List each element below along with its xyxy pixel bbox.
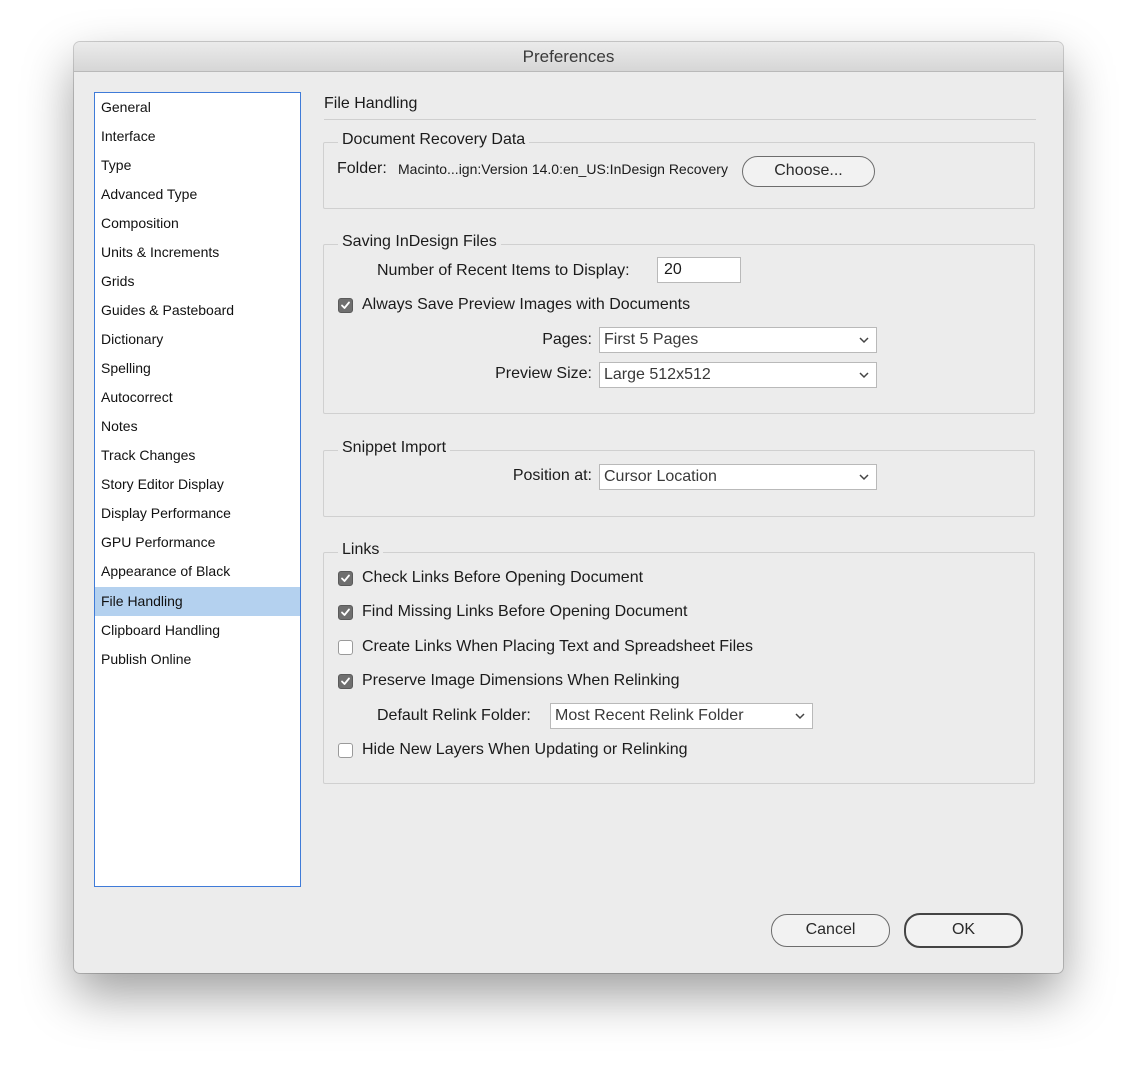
page-title: File Handling [324, 95, 418, 112]
sidebar-item-spelling[interactable]: Spelling [95, 354, 300, 383]
sidebar-item-general[interactable]: General [95, 93, 300, 122]
relink-folder-label: Default Relink Folder: [377, 707, 531, 724]
hide-layers-checkbox[interactable] [338, 743, 353, 758]
sidebar-item-type[interactable]: Type [95, 151, 300, 180]
position-at-dropdown[interactable]: Cursor Location [599, 464, 877, 490]
preserve-dimensions-label: Preserve Image Dimensions When Relinking [362, 672, 680, 689]
recent-items-input[interactable]: 20 [657, 257, 741, 283]
checkmark-icon [341, 301, 350, 309]
preview-size-dropdown[interactable]: Large 512x512 [599, 362, 877, 388]
document-recovery-group-label: Document Recovery Data [338, 131, 530, 149]
sidebar-item-dictionary[interactable]: Dictionary [95, 325, 300, 354]
preferences-dialog: Preferences General Interface Type Advan… [74, 42, 1063, 973]
pages-dropdown[interactable]: First 5 Pages [599, 327, 877, 353]
create-links-label: Create Links When Placing Text and Sprea… [362, 638, 754, 655]
sidebar-item-units-increments[interactable]: Units & Increments [95, 238, 300, 267]
sidebar-item-appearance-of-black[interactable]: Appearance of Black [95, 557, 300, 586]
sidebar-item-grids[interactable]: Grids [95, 267, 300, 296]
check-links-label: Check Links Before Opening Document [362, 569, 644, 586]
chevron-down-icon [859, 474, 869, 481]
sidebar-item-autocorrect[interactable]: Autocorrect [95, 383, 300, 412]
sidebar-item-advanced-type[interactable]: Advanced Type [95, 180, 300, 209]
recent-items-label: Number of Recent Items to Display: [377, 262, 630, 279]
create-links-checkbox[interactable] [338, 640, 353, 655]
sidebar-item-composition[interactable]: Composition [95, 209, 300, 238]
preview-size-dropdown-value: Large 512x512 [604, 366, 711, 383]
ok-button[interactable]: OK [904, 913, 1023, 948]
sidebar-item-file-handling[interactable]: File Handling [95, 587, 300, 616]
checkmark-icon [341, 677, 350, 685]
saving-files-group-label: Saving InDesign Files [338, 233, 501, 251]
snippet-import-group-label: Snippet Import [338, 439, 451, 457]
folder-path: Macinto...ign:Version 14.0:en_US:InDesig… [398, 161, 728, 177]
relink-folder-dropdown-value: Most Recent Relink Folder [555, 707, 744, 724]
save-preview-label: Always Save Preview Images with Document… [362, 296, 691, 313]
relink-folder-dropdown[interactable]: Most Recent Relink Folder [550, 703, 813, 729]
preserve-dimensions-checkbox[interactable] [338, 674, 353, 689]
check-links-checkbox[interactable] [338, 571, 353, 586]
pages-dropdown-value: First 5 Pages [604, 331, 699, 348]
pages-label: Pages: [542, 331, 592, 348]
find-missing-links-label: Find Missing Links Before Opening Docume… [362, 603, 688, 620]
preferences-sidebar: General Interface Type Advanced Type Com… [94, 92, 301, 887]
preview-size-label: Preview Size: [495, 365, 592, 382]
position-at-dropdown-value: Cursor Location [604, 468, 717, 485]
checkmark-icon [341, 574, 350, 582]
folder-label: Folder: [337, 160, 387, 177]
sidebar-item-display-performance[interactable]: Display Performance [95, 499, 300, 528]
window-title: Preferences [74, 42, 1063, 72]
sidebar-item-gpu-performance[interactable]: GPU Performance [95, 528, 300, 557]
sidebar-item-story-editor-display[interactable]: Story Editor Display [95, 470, 300, 499]
chevron-down-icon [859, 372, 869, 379]
position-at-label: Position at: [512, 467, 592, 484]
sidebar-item-track-changes[interactable]: Track Changes [95, 441, 300, 470]
cancel-button[interactable]: Cancel [771, 914, 890, 947]
sidebar-item-publish-online[interactable]: Publish Online [95, 645, 300, 674]
find-missing-links-checkbox[interactable] [338, 605, 353, 620]
hide-layers-label: Hide New Layers When Updating or Relinki… [362, 741, 688, 758]
sidebar-item-notes[interactable]: Notes [95, 412, 300, 441]
title-divider [324, 119, 1036, 120]
chevron-down-icon [795, 713, 805, 720]
sidebar-item-interface[interactable]: Interface [95, 122, 300, 151]
checkmark-icon [341, 608, 350, 616]
sidebar-item-guides-pasteboard[interactable]: Guides & Pasteboard [95, 296, 300, 325]
save-preview-checkbox[interactable] [338, 298, 353, 313]
chevron-down-icon [859, 337, 869, 344]
sidebar-item-clipboard-handling[interactable]: Clipboard Handling [95, 616, 300, 645]
links-group-label: Links [338, 541, 384, 559]
choose-folder-button[interactable]: Choose... [742, 156, 875, 187]
